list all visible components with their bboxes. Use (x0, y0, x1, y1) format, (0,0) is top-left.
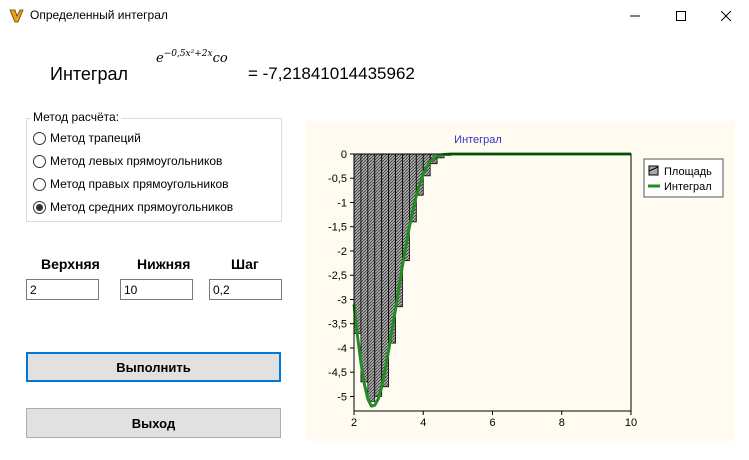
legend-label-integral: Интеграл (664, 181, 712, 193)
x-tick-label: 10 (625, 417, 637, 429)
radio-button-icon (33, 154, 46, 168)
chart-title: Интеграл (454, 134, 502, 146)
y-tick-label: -3 (337, 294, 347, 306)
chart-bar (360, 153, 369, 383)
radio-button-icon (33, 131, 46, 145)
legend-label-area: Площадь (664, 166, 712, 178)
x-tick-label: 6 (489, 417, 495, 429)
y-tick-label: -4,5 (328, 367, 347, 379)
radio-label: Метод левых прямоугольников (50, 154, 223, 168)
radio-label: Метод средних прямоугольников (50, 200, 234, 214)
y-tick-label: -4 (337, 343, 347, 355)
close-button[interactable] (703, 0, 749, 31)
minimize-button[interactable] (612, 0, 658, 31)
y-tick-label: -1 (337, 197, 347, 209)
title-bar: Определенный интеграл (0, 0, 749, 31)
integral-chart: Интеграл 0 -0,5 -1 -1,5 -2 -2,5 -3 -3,5 -4 -4,5 -5… (328, 134, 724, 429)
x-tick-label: 4 (420, 417, 426, 429)
y-tick-label: -0,5 (328, 173, 347, 185)
chart-legend: Площадь Интеграл (643, 158, 724, 198)
maximize-icon (676, 10, 686, 21)
y-tick-label: 0 (341, 149, 347, 161)
x-tick-label: 8 (559, 417, 565, 429)
formula-base: e (156, 51, 164, 66)
integrand-formula: e−0,5x²+2xco (156, 49, 228, 66)
upper-bound-input[interactable] (26, 279, 99, 300)
y-tick-label: -1,5 (328, 222, 347, 234)
step-input[interactable] (209, 279, 282, 300)
formula-suffix: co (212, 51, 228, 66)
window-title: Определенный интеграл (30, 8, 168, 22)
app-icon (9, 9, 24, 23)
lower-bound-label: Нижняя (137, 256, 191, 272)
chart-bar (374, 153, 383, 397)
method-group-title: Метод расчёта: (31, 110, 122, 124)
radio-label: Метод трапеций (50, 131, 141, 145)
upper-bound-label: Верхняя (41, 256, 100, 272)
x-tick-label: 2 (351, 417, 357, 429)
lower-bound-input[interactable] (120, 279, 193, 300)
radio-label: Метод правых прямоугольников (50, 177, 229, 191)
y-tick-label: -5 (337, 391, 347, 403)
radio-button-icon (33, 177, 46, 191)
radio-button-checked-icon (33, 200, 46, 214)
y-tick-label: -3,5 (328, 319, 347, 331)
exit-button[interactable]: Выход (26, 408, 281, 438)
radio-right-rectangles[interactable]: Метод правых прямоугольников (33, 176, 229, 192)
radio-trapezoid[interactable]: Метод трапеций (33, 130, 141, 146)
integral-result: = -7,21841014435962 (248, 64, 415, 83)
maximize-button[interactable] (658, 0, 704, 31)
close-icon (721, 10, 731, 21)
radio-middle-rectangles[interactable]: Метод средних прямоугольников (33, 199, 233, 215)
run-button[interactable]: Выполнить (26, 352, 281, 382)
step-label: Шаг (231, 256, 259, 272)
minimize-icon (630, 15, 640, 16)
formula-exponent: −0,5x²+2x (163, 49, 213, 59)
integral-label: Интеграл (50, 64, 129, 84)
y-tick-label: -2 (337, 246, 347, 258)
y-tick-label: -2,5 (328, 270, 347, 282)
chart-bar (367, 153, 376, 402)
radio-left-rectangles[interactable]: Метод левых прямоугольников (33, 153, 222, 169)
